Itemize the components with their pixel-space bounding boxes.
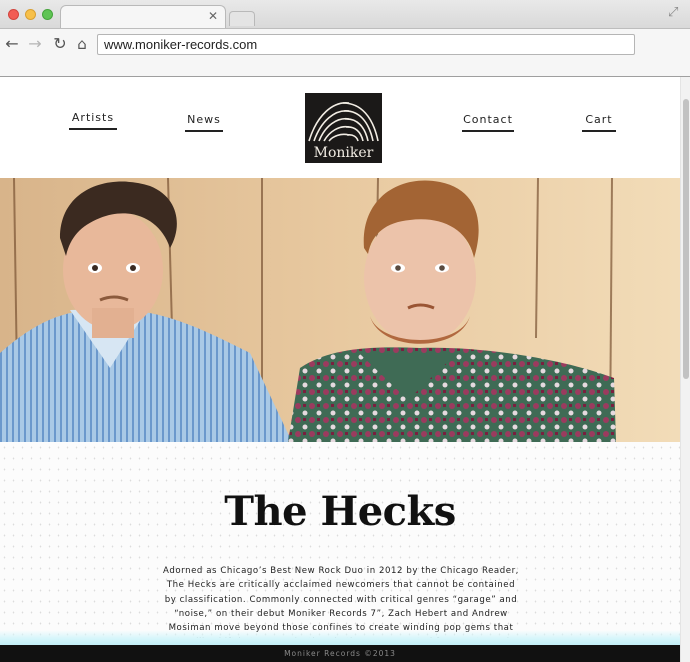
vertical-scrollbar[interactable] bbox=[680, 77, 690, 662]
nav-news-link[interactable]: News bbox=[185, 113, 223, 132]
back-icon[interactable]: ← bbox=[3, 34, 21, 54]
nav-cart-link[interactable]: Cart bbox=[582, 113, 616, 132]
hero-image bbox=[0, 178, 680, 442]
home-icon[interactable]: ⌂ bbox=[73, 34, 91, 54]
browser-titlebar: ✕ ⤢ bbox=[0, 0, 690, 29]
artist-section: The Hecks Adorned as Chicago’s Best New … bbox=[0, 442, 680, 662]
nav-contact-link[interactable]: Contact bbox=[462, 113, 514, 132]
reload-icon[interactable]: ↻ bbox=[51, 34, 69, 54]
artist-title: The Hecks bbox=[224, 488, 456, 535]
footer-glow bbox=[0, 630, 680, 645]
fullscreen-icon[interactable]: ⤢ bbox=[668, 6, 682, 20]
address-bar[interactable]: www.moniker-records.com bbox=[97, 34, 635, 55]
close-tab-icon[interactable]: ✕ bbox=[208, 9, 218, 23]
bookmarks-area bbox=[0, 60, 690, 77]
logo-text: Moniker bbox=[313, 145, 374, 161]
zoom-window-button[interactable] bbox=[42, 9, 53, 20]
nav-artists-link[interactable]: Artists bbox=[69, 111, 117, 130]
moniker-logo[interactable]: Moniker bbox=[305, 93, 382, 163]
browser-toolbar: ← → ↻ ⌂ www.moniker-records.com bbox=[0, 28, 690, 60]
forward-icon[interactable]: → bbox=[26, 34, 44, 54]
minimize-window-button[interactable] bbox=[25, 9, 36, 20]
page-viewport: Artists News Contact Cart Moniker The He… bbox=[0, 77, 690, 662]
band-photo-illustration bbox=[0, 178, 680, 442]
new-tab-button[interactable] bbox=[229, 11, 255, 26]
scrollbar-thumb[interactable] bbox=[683, 99, 689, 379]
browser-tab[interactable]: ✕ bbox=[60, 5, 226, 29]
site-footer: Moniker Records ©2013 bbox=[0, 645, 680, 662]
close-window-button[interactable] bbox=[8, 9, 19, 20]
